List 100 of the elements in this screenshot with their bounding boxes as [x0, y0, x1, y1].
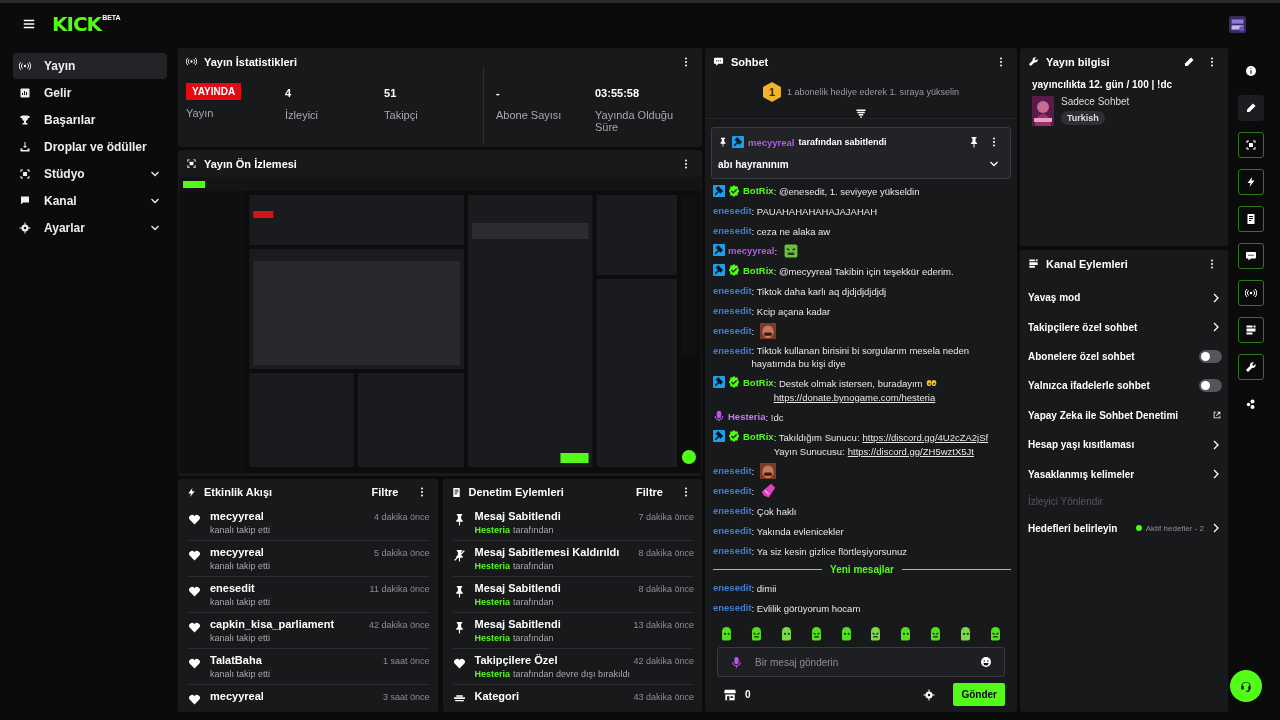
- message-link[interactable]: https://discord.gg/4U2cZA2jSf: [862, 430, 989, 444]
- action-time: 43 dakika önce: [633, 692, 694, 702]
- chat-username[interactable]: enesedit: [713, 580, 752, 594]
- send-button[interactable]: Gönder: [953, 683, 1005, 706]
- stat-value: 03:55:58: [595, 87, 641, 99]
- chat-username[interactable]: Hesteria: [728, 409, 766, 423]
- chat-username[interactable]: enesedit: [713, 223, 752, 237]
- message-text: :: [751, 464, 755, 478]
- sidebar-item[interactable]: Başarılar: [13, 107, 167, 133]
- rail-button[interactable]: [1238, 317, 1264, 343]
- chat-username[interactable]: mecyyreal: [748, 136, 795, 148]
- chat-username[interactable]: enesedit: [713, 343, 752, 357]
- rail-button[interactable]: [1238, 354, 1264, 380]
- emote-icon: [760, 463, 777, 480]
- scan-icon: [186, 158, 197, 169]
- sidebar-item[interactable]: Droplar ve ödüller: [13, 134, 167, 160]
- live-badge: YAYINDA: [186, 83, 242, 100]
- message-link[interactable]: https://donate.bynogame.com/hesteria: [773, 390, 936, 404]
- panel-title: Yayın İstatistikleri: [204, 55, 297, 68]
- external-link-icon: [1212, 410, 1222, 421]
- channel-action[interactable]: Hedefleri belirleyin Aktif hedefler - 2: [1028, 513, 1222, 544]
- message-text: :: [751, 484, 755, 498]
- action-detail: tarafından: [513, 633, 554, 643]
- message-text: : Yakında evlenicekler: [751, 524, 844, 538]
- chat-username[interactable]: enesedit: [713, 483, 752, 497]
- channel-action[interactable]: Takipçilere özel sohbet: [1028, 312, 1222, 342]
- chat-username[interactable]: enesedit: [713, 323, 752, 337]
- toggle-switch[interactable]: [1199, 349, 1222, 363]
- chat-username[interactable]: enesedit: [713, 600, 752, 614]
- panel-title: Yayın Ön İzlemesi: [204, 157, 297, 170]
- stream-title: yayıncılıkta 12. gün / 100 | !dc: [1032, 79, 1174, 90]
- goal-status: Aktif hedefler - 2: [1145, 523, 1204, 533]
- message-text: : @mecyyreal Takibin için teşekkür ederim.: [773, 264, 954, 278]
- chat-username[interactable]: enesedit: [713, 303, 752, 317]
- info-icon: [1245, 65, 1257, 77]
- panel-icon: [1245, 324, 1257, 336]
- rail-button[interactable]: [1238, 132, 1264, 158]
- heart-icon: [188, 549, 201, 562]
- message-text: : ceza ne alaka aw: [751, 224, 831, 238]
- emote-icon: [760, 483, 777, 500]
- emoji-icon[interactable]: [980, 656, 992, 668]
- action-title: Mesaj Sabitlendi: [474, 618, 561, 630]
- document-icon: [1245, 213, 1257, 225]
- action-title: Takipçilere Özel: [474, 654, 558, 666]
- rail-button[interactable]: [1238, 243, 1264, 269]
- channel-action[interactable]: Abonelere özel sohbet: [1028, 341, 1222, 372]
- channel-action[interactable]: Yavaş mod: [1028, 283, 1222, 313]
- heart-icon: [188, 693, 201, 706]
- chat-username[interactable]: enesedit: [713, 543, 752, 557]
- filter-button[interactable]: Filtre: [371, 486, 399, 498]
- avatar: [1229, 15, 1246, 33]
- chat-username[interactable]: enesedit: [713, 463, 752, 477]
- chat-username[interactable]: enesedit: [713, 283, 752, 297]
- message-text: : Ya siz kesin gizlice flörtleşiyorsunuz: [751, 544, 907, 558]
- chat-icon: [1245, 250, 1257, 262]
- chat-username[interactable]: BotRix: [743, 375, 774, 389]
- logo[interactable]: KICK: [52, 14, 102, 34]
- chat-username[interactable]: enesedit: [713, 523, 752, 537]
- message-field[interactable]: Bir mesaj gönderin: [753, 655, 970, 669]
- chat-username[interactable]: enesedit: [713, 503, 752, 517]
- sidebar-item[interactable]: Gelir: [13, 80, 167, 106]
- broadcast-icon: [19, 60, 31, 72]
- panel-title: Kanal Eylemleri: [1046, 257, 1128, 270]
- channel-action[interactable]: Yalnızca ifadelerle sohbet: [1028, 371, 1222, 401]
- rail-button[interactable]: [1238, 280, 1264, 306]
- broadcast-icon: [186, 56, 197, 67]
- message-input[interactable]: Bir mesaj gönderin: [717, 647, 1005, 677]
- chat-username[interactable]: BotRix: [743, 184, 774, 197]
- download-icon: [19, 141, 31, 153]
- scan-icon: [19, 168, 31, 180]
- eyes-emoji-icon: [925, 379, 937, 388]
- category-name[interactable]: Sadece Sohbet: [1061, 96, 1130, 107]
- chat-username[interactable]: enesedit: [713, 204, 752, 217]
- event-username: mecyyreal: [210, 510, 264, 522]
- chat-username[interactable]: BotRix: [743, 429, 774, 443]
- message-text: : Çok haklı: [751, 504, 797, 518]
- emote-button[interactable]: [719, 627, 734, 642]
- channel-action[interactable]: Hesap yaşı kısıtlaması: [1028, 429, 1222, 460]
- heart-icon: [188, 657, 201, 670]
- rail-button[interactable]: [1238, 169, 1264, 195]
- chat-username[interactable]: BotRix: [743, 263, 774, 277]
- sidebar-item[interactable]: Yayın: [13, 53, 167, 79]
- sidebar-item[interactable]: Kanal: [13, 188, 167, 214]
- help-button[interactable]: [1230, 670, 1262, 702]
- message-link[interactable]: https://discord.gg/ZH5wztX5Jt: [847, 444, 974, 458]
- menu-icon: [22, 17, 36, 31]
- channel-action[interactable]: Yasaklanmış kelimeler: [1028, 459, 1222, 489]
- toggle-switch[interactable]: [1199, 379, 1222, 393]
- rail-button[interactable]: [1238, 95, 1264, 121]
- channel-action[interactable]: Yapay Zeka ile Sohbet Denetimi: [1028, 400, 1222, 430]
- message-text: : @enesedit, 1. seviyeye yükseldin: [773, 185, 920, 198]
- emote-button[interactable]: [958, 627, 973, 642]
- action-time: 8 dakika önce: [638, 548, 694, 558]
- filter-button[interactable]: Filtre: [636, 486, 663, 498]
- sidebar-item[interactable]: Stüdyo: [13, 161, 167, 187]
- filter-icon: [855, 109, 867, 119]
- heart-icon: [188, 585, 201, 598]
- rail-button[interactable]: [1238, 206, 1264, 232]
- sidebar-item[interactable]: Ayarlar: [13, 215, 167, 241]
- section-label: İzleyici Yönlendir: [1028, 494, 1104, 509]
